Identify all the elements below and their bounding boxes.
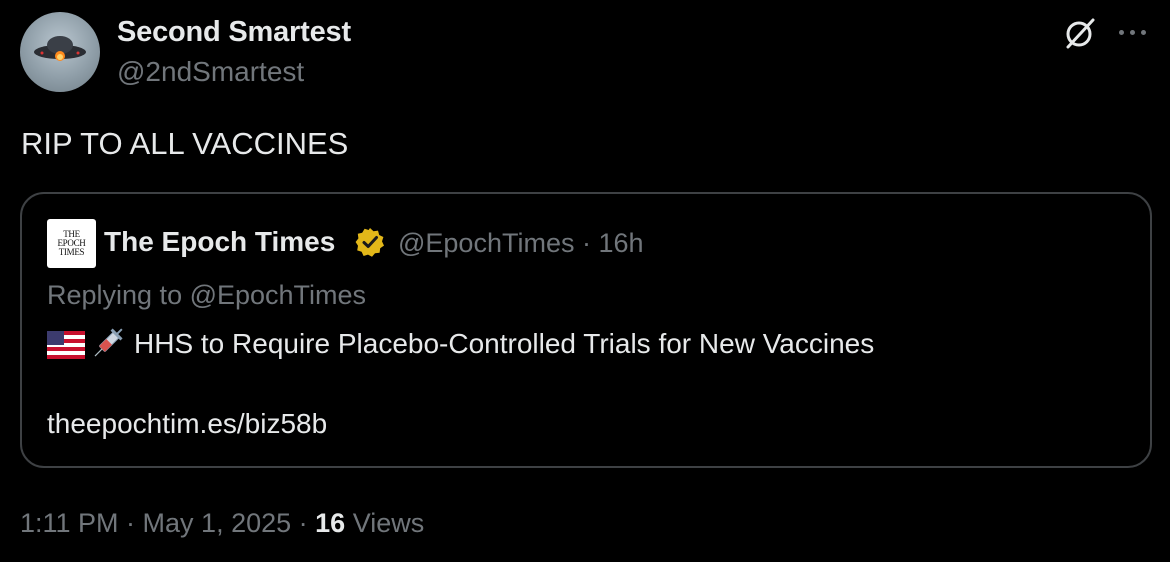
timestamp[interactable]: 1:11 PM · May 1, 2025 · bbox=[20, 508, 315, 538]
tweet-text: RIP TO ALL VACCINES bbox=[21, 126, 349, 161]
author-avatar[interactable] bbox=[20, 12, 100, 92]
quoted-link[interactable]: theepochtim.es/biz58b bbox=[47, 408, 327, 440]
quoted-display-name: The Epoch Times bbox=[104, 226, 336, 257]
quoted-headline: HHS to Require Placebo-Controlled Trials… bbox=[134, 328, 875, 359]
quoted-handle-time: @EpochTimes · 16h bbox=[398, 228, 644, 258]
epoch-times-logo: THE EPOCH TIMES bbox=[47, 219, 96, 268]
grok-icon[interactable] bbox=[1063, 16, 1097, 50]
quoted-tweet-card[interactable]: THE EPOCH TIMES The Epoch Times @EpochTi… bbox=[20, 192, 1152, 468]
syringe-icon bbox=[88, 325, 126, 363]
ufo-icon bbox=[34, 36, 86, 61]
verified-badge-icon bbox=[354, 226, 386, 258]
logo-line: TIMES bbox=[58, 247, 85, 257]
replying-to: Replying to @EpochTimes bbox=[47, 280, 367, 310]
author-display-name[interactable]: Second Smartest bbox=[117, 16, 351, 49]
tweet-meta: 1:11 PM · May 1, 2025 · 16 Views bbox=[20, 508, 424, 539]
views-label: Views bbox=[345, 508, 425, 538]
tweet-detail: Second Smartest @2ndSmartest RIP TO ALL … bbox=[0, 0, 1170, 562]
more-options-icon[interactable] bbox=[1116, 18, 1150, 46]
us-flag-icon bbox=[47, 331, 85, 359]
views-count: 16 bbox=[315, 508, 346, 538]
author-handle[interactable]: @2ndSmartest bbox=[117, 56, 304, 88]
